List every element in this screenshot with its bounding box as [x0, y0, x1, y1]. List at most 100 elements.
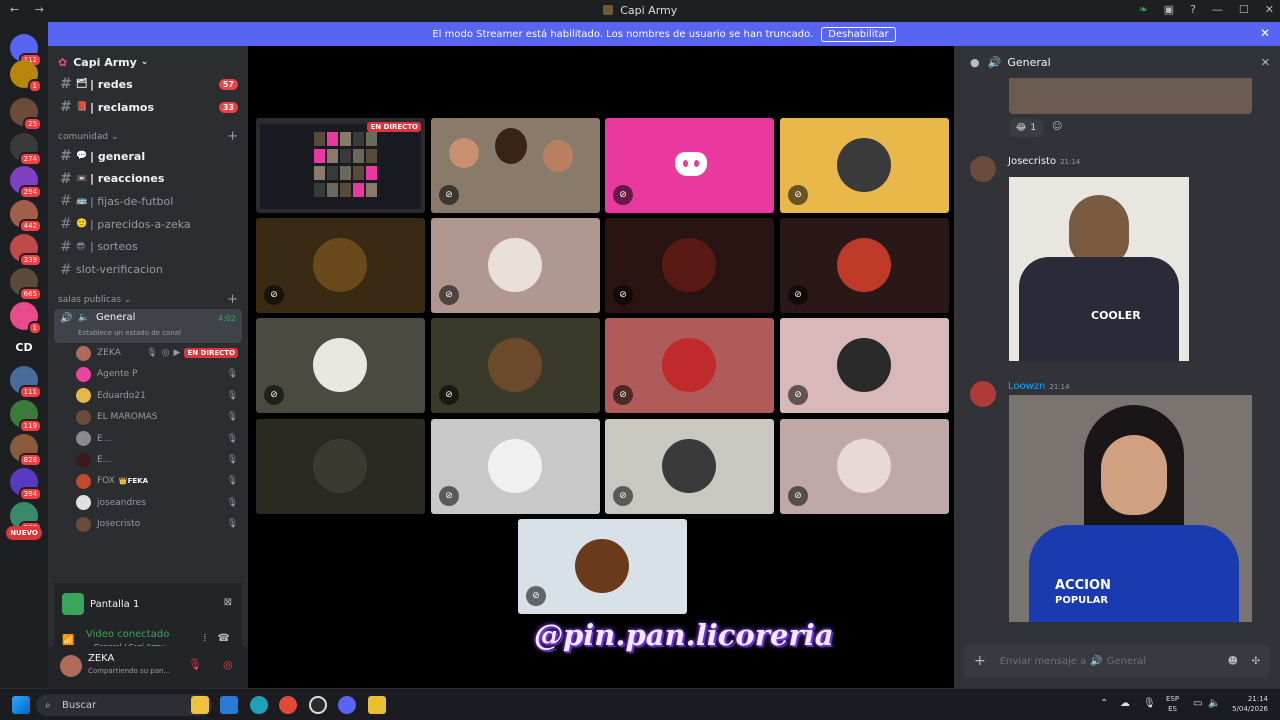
voice-user[interactable]: joseandres 🎙	[76, 493, 242, 513]
close-icon[interactable]: ✕	[1260, 26, 1270, 40]
avatar[interactable]	[970, 156, 996, 182]
help-icon[interactable]: ?	[1190, 3, 1196, 16]
video-tile[interactable]: ⊘	[780, 118, 949, 213]
server-icon[interactable]: 274	[10, 133, 42, 166]
voice-user[interactable]: Josecristo 🎙	[76, 514, 242, 534]
voice-user[interactable]: ZEKA 🎙 ◎ ▶ EN DIRECTO	[76, 343, 242, 363]
edge-icon[interactable]	[250, 696, 268, 714]
video-tile[interactable]: ⊘	[431, 318, 600, 413]
server-icon[interactable]: 1	[10, 302, 42, 335]
channel-item[interactable]: # 🗂 | redes 57	[54, 74, 242, 94]
emoji-icon[interactable]: ☻	[1228, 656, 1238, 667]
category-salas-publicas[interactable]: salas publicas ⌄	[58, 295, 131, 305]
channel-item[interactable]: # 💬 | general	[54, 146, 242, 166]
nitro-icon[interactable]: ❧	[1138, 3, 1147, 16]
video-tile[interactable]: ⊘	[605, 218, 774, 313]
channel-item[interactable]: # 😎 | sorteos	[54, 237, 242, 257]
app-icon[interactable]	[368, 696, 386, 714]
mic-tray-icon[interactable]: 🎙	[1143, 698, 1156, 709]
server-icon[interactable]: 828	[10, 434, 42, 467]
voice-channel-general[interactable]: 🔊 🔈 General 4:02 Establece un estado de cana…	[54, 309, 242, 343]
video-tile[interactable]: ⊘	[431, 218, 600, 313]
maximize-icon[interactable]: ☐	[1239, 3, 1249, 16]
message-author[interactable]: Josecristo 21:14	[1008, 156, 1080, 167]
channel-item[interactable]: # slot-verificacion	[54, 260, 242, 280]
voice-status[interactable]: Video conectado	[86, 629, 169, 640]
video-tile[interactable]: ⊘	[605, 318, 774, 413]
video-tile[interactable]: ⊘	[605, 118, 774, 213]
discord-icon[interactable]	[338, 696, 356, 714]
clock[interactable]: 21:14 5/04/2026	[1226, 694, 1268, 714]
previous-image[interactable]	[1009, 78, 1252, 114]
channel-item[interactable]: # 🚌 | fijas-de-futbol	[54, 191, 242, 211]
video-tile[interactable]: ⊘	[431, 118, 600, 213]
chevron-up-icon[interactable]: ⌃	[1100, 698, 1108, 709]
channel-item[interactable]: # 📼 | reacciones	[54, 169, 242, 189]
apps-icon[interactable]: ✣	[1252, 656, 1260, 667]
close-window-icon[interactable]: ✕	[1265, 3, 1274, 16]
voice-user[interactable]: E... 🎙	[76, 450, 242, 470]
message-author[interactable]: Loowzn 21:14	[1008, 381, 1070, 392]
video-tile[interactable]: ⊘	[780, 419, 949, 514]
store-icon[interactable]	[220, 696, 238, 714]
server-icon[interactable]: 112	[10, 34, 42, 67]
server-icon[interactable]: 1	[10, 60, 42, 93]
channel-item[interactable]: # 📕 | reclamos 33	[54, 97, 242, 117]
add-channel-icon[interactable]: +	[227, 129, 238, 144]
reaction-pill[interactable]: 😂 1	[1009, 119, 1043, 137]
avatar[interactable]	[970, 381, 996, 407]
inbox-icon[interactable]: ▣	[1164, 3, 1174, 16]
video-tile[interactable]: ⊘	[256, 318, 425, 413]
voice-status-text[interactable]: Establece un estado de canal	[78, 329, 181, 337]
server-icon[interactable]: 442	[10, 200, 42, 233]
voice-user[interactable]: E... 🎙	[76, 429, 242, 449]
language-indicator[interactable]: ESP ES	[1166, 694, 1179, 714]
category-comunidad[interactable]: comunidad ⌄	[58, 132, 118, 142]
server-icon[interactable]: 111	[10, 366, 42, 399]
mic-muted-icon[interactable]: 🎙	[188, 658, 202, 671]
channel-item[interactable]: # 🙂 | parecidos-a-zeka	[54, 214, 242, 234]
volume-icon[interactable]: 🔈	[1208, 698, 1220, 709]
video-tile[interactable]: ⊘	[780, 318, 949, 413]
attached-image[interactable]: ACCION POPULAR	[1009, 395, 1252, 622]
video-tile[interactable]: ⊘	[605, 419, 774, 514]
server-icon[interactable]: 665	[10, 268, 42, 301]
voice-user[interactable]: Eduardo21 🎙	[76, 386, 242, 406]
server-icon[interactable]: 119	[10, 400, 42, 433]
attached-image[interactable]: COOLER	[1009, 177, 1189, 361]
disconnect-icon[interactable]: ☎	[218, 633, 230, 644]
video-tile[interactable]: EN DIRECTO	[256, 118, 425, 213]
disable-button[interactable]: Deshabilitar	[821, 26, 896, 42]
voice-user[interactable]: FOX 👑FEKA 🎙	[76, 471, 242, 491]
add-reaction-icon[interactable]: ☺	[1052, 121, 1062, 132]
server-icon[interactable]: CD	[10, 334, 38, 362]
voice-user[interactable]: Agente P 🎙	[76, 364, 242, 384]
minimize-icon[interactable]: —	[1212, 3, 1223, 16]
windows-start-icon[interactable]	[12, 696, 30, 714]
message-input[interactable]: + Enviar mensaje a 🔊 General ☻ ✣	[964, 644, 1270, 678]
server-icon[interactable]: 394	[10, 468, 42, 501]
obs-icon[interactable]	[309, 696, 327, 714]
avatar[interactable]	[60, 655, 82, 677]
plus-icon[interactable]: +	[974, 653, 986, 669]
deafen-icon[interactable]: ◎	[223, 658, 233, 671]
server-icon[interactable]: NUEVO	[6, 526, 42, 540]
add-channel-icon[interactable]: +	[227, 292, 238, 307]
file-explorer-icon[interactable]	[191, 696, 209, 714]
close-chat-icon[interactable]: ✕	[1261, 56, 1270, 69]
voice-user[interactable]: EL MAROMAS 🎙	[76, 407, 242, 427]
noise-icon[interactable]: ⦙	[204, 633, 206, 644]
video-tile[interactable]: ⊘	[431, 419, 600, 514]
popout-icon[interactable]: ⊠	[224, 597, 232, 608]
video-tile[interactable]: ⊘	[256, 218, 425, 313]
video-tile[interactable]: ⊘	[518, 519, 687, 614]
video-tile[interactable]: ⊘	[780, 218, 949, 313]
server-icon[interactable]: 25	[10, 98, 42, 131]
server-icon[interactable]: 294	[10, 166, 42, 199]
display-icon[interactable]: ▭	[1193, 698, 1202, 709]
video-tile[interactable]	[256, 419, 425, 514]
chrome-icon[interactable]	[279, 696, 297, 714]
network-icon[interactable]: ☁	[1120, 698, 1130, 709]
taskbar-search[interactable]: ⌕ Buscar	[36, 694, 212, 716]
server-icon[interactable]: 339	[10, 234, 42, 267]
